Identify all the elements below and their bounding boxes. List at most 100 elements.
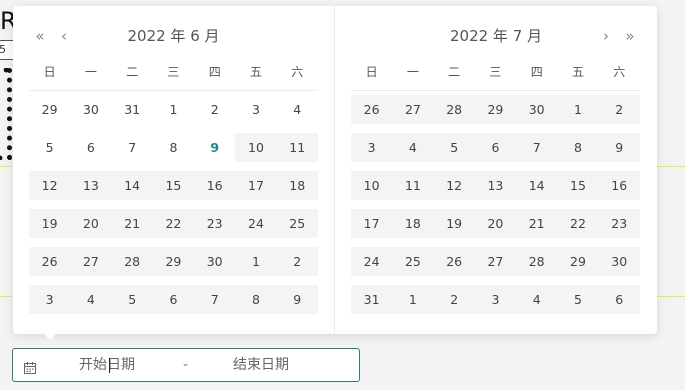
calendar-day[interactable]: 7 (516, 133, 558, 162)
calendar-day[interactable]: 7 (112, 133, 153, 162)
calendar-day[interactable]: 11 (276, 133, 318, 162)
next-year-button[interactable]: » (621, 24, 639, 48)
calendar-day[interactable]: 28 (516, 247, 558, 276)
calendar-day[interactable]: 13 (474, 171, 517, 200)
calendar-day[interactable]: 8 (235, 285, 277, 314)
calendar-day[interactable]: 30 (194, 247, 236, 276)
calendar-day[interactable]: 21 (516, 209, 558, 238)
calendar-day[interactable]: 5 (29, 133, 70, 162)
calendar-day[interactable]: 22 (152, 209, 195, 238)
calendar-day[interactable]: 22 (557, 209, 599, 238)
calendar-day[interactable]: 26 (29, 247, 71, 276)
calendar-day[interactable]: 5 (433, 133, 475, 162)
next-month-button[interactable]: › (597, 24, 615, 48)
calendar-day[interactable]: 4 (392, 133, 434, 162)
calendar-day[interactable]: 17 (235, 171, 277, 200)
calendar-day[interactable]: 29 (474, 95, 517, 124)
calendar-day-today[interactable]: 9 (194, 133, 235, 162)
calendar-day[interactable]: 14 (516, 171, 558, 200)
calendar-day[interactable]: 12 (29, 171, 71, 200)
calendar-day[interactable]: 3 (29, 285, 71, 314)
day-grid-left: 29 30 31 1 2 3 4 5 6 7 8 9 10 11 12 13 14 15 16 17 18 19 20 21 2… (29, 95, 318, 323)
calendar-day[interactable]: 3 (235, 95, 276, 124)
calendar-day[interactable]: 6 (598, 285, 640, 314)
calendar-day[interactable]: 27 (70, 247, 112, 276)
calendar-day[interactable]: 19 (29, 209, 71, 238)
calendar-day[interactable]: 6 (474, 133, 517, 162)
calendar-week-row: 17 18 19 20 21 22 23 (351, 209, 640, 238)
calendar-day[interactable]: 1 (392, 285, 434, 314)
day-grid-right: 26 27 28 29 30 1 2 3 4 5 6 7 8 9 10 11 12 13 14 15 16 17 18 19 2… (351, 95, 640, 323)
calendar-day[interactable]: 3 (474, 285, 517, 314)
calendar-day[interactable]: 27 (392, 95, 434, 124)
calendar-day[interactable]: 20 (70, 209, 112, 238)
calendar-day[interactable]: 8 (153, 133, 194, 162)
calendar-day[interactable]: 30 (516, 95, 558, 124)
calendar-day[interactable]: 4 (516, 285, 558, 314)
background-guide-line (657, 166, 685, 167)
calendar-day[interactable]: 3 (351, 133, 393, 162)
calendar-day[interactable]: 16 (194, 171, 236, 200)
calendar-day[interactable]: 11 (392, 171, 434, 200)
header-divider (351, 90, 640, 91)
calendar-day[interactable]: 24 (235, 209, 277, 238)
calendar-day[interactable]: 28 (433, 95, 475, 124)
calendar-day[interactable]: 26 (433, 247, 475, 276)
calendar-day[interactable]: 27 (474, 247, 517, 276)
calendar-day[interactable]: 6 (70, 133, 111, 162)
calendar-day[interactable]: 5 (111, 285, 153, 314)
start-date-field[interactable]: 开始日期 (79, 349, 135, 381)
calendar-day[interactable]: 10 (351, 171, 393, 200)
calendar-day[interactable]: 5 (557, 285, 599, 314)
end-date-field[interactable]: 结束日期 (233, 349, 289, 381)
calendar-day[interactable]: 29 (29, 95, 70, 124)
header-divider (29, 90, 318, 91)
date-range-input[interactable]: 开始日期 - 结束日期 (12, 348, 360, 382)
weekday-label: 五 (249, 65, 262, 79)
calendar-day[interactable]: 29 (152, 247, 195, 276)
calendar-day[interactable]: 2 (598, 95, 640, 124)
calendar-day[interactable]: 29 (557, 247, 599, 276)
calendar-day[interactable]: 31 (351, 285, 393, 314)
calendar-day[interactable]: 30 (70, 95, 111, 124)
calendar-day[interactable]: 15 (152, 171, 195, 200)
calendar-week-row: 19 20 21 22 23 24 25 (29, 209, 318, 238)
calendar-day[interactable]: 4 (70, 285, 112, 314)
calendar-day[interactable]: 2 (433, 285, 475, 314)
calendar-day[interactable]: 8 (557, 133, 599, 162)
calendar-day[interactable]: 31 (112, 95, 153, 124)
calendar-day[interactable]: 2 (276, 247, 318, 276)
calendar-day[interactable]: 7 (194, 285, 236, 314)
calendar-day[interactable]: 25 (276, 209, 318, 238)
calendar-day[interactable]: 18 (392, 209, 434, 238)
calendar-day[interactable]: 26 (351, 95, 393, 124)
calendar-day[interactable]: 4 (277, 95, 318, 124)
calendar-week-row: 26 27 28 29 30 1 2 (351, 95, 640, 124)
calendar-day[interactable]: 6 (152, 285, 195, 314)
calendar-day[interactable]: 15 (557, 171, 599, 200)
calendar-day[interactable]: 30 (598, 247, 640, 276)
calendar-day[interactable]: 1 (153, 95, 194, 124)
calendar-day[interactable]: 21 (111, 209, 153, 238)
calendar-day[interactable]: 25 (392, 247, 434, 276)
calendar-day[interactable]: 2 (194, 95, 235, 124)
calendar-day[interactable]: 1 (235, 247, 277, 276)
calendar-day[interactable]: 12 (433, 171, 475, 200)
calendar-day[interactable]: 17 (351, 209, 393, 238)
calendar-day[interactable]: 19 (433, 209, 475, 238)
calendar-day[interactable]: 9 (276, 285, 318, 314)
calendar-day[interactable]: 18 (276, 171, 318, 200)
calendar-day[interactable]: 14 (111, 171, 153, 200)
calendar-day[interactable]: 13 (70, 171, 112, 200)
calendar-day[interactable]: 1 (557, 95, 599, 124)
calendar-day[interactable]: 20 (474, 209, 517, 238)
calendar-day[interactable]: 10 (235, 133, 277, 162)
calendar-day[interactable]: 9 (598, 133, 640, 162)
background-guide-line (0, 166, 12, 167)
calendar-day[interactable]: 16 (598, 171, 640, 200)
calendar-day[interactable]: 23 (598, 209, 640, 238)
calendar-day[interactable]: 24 (351, 247, 393, 276)
calendar-day[interactable]: 23 (194, 209, 236, 238)
calendar-header-right: 2022 年 7 月 › » (335, 24, 657, 48)
calendar-day[interactable]: 28 (111, 247, 153, 276)
